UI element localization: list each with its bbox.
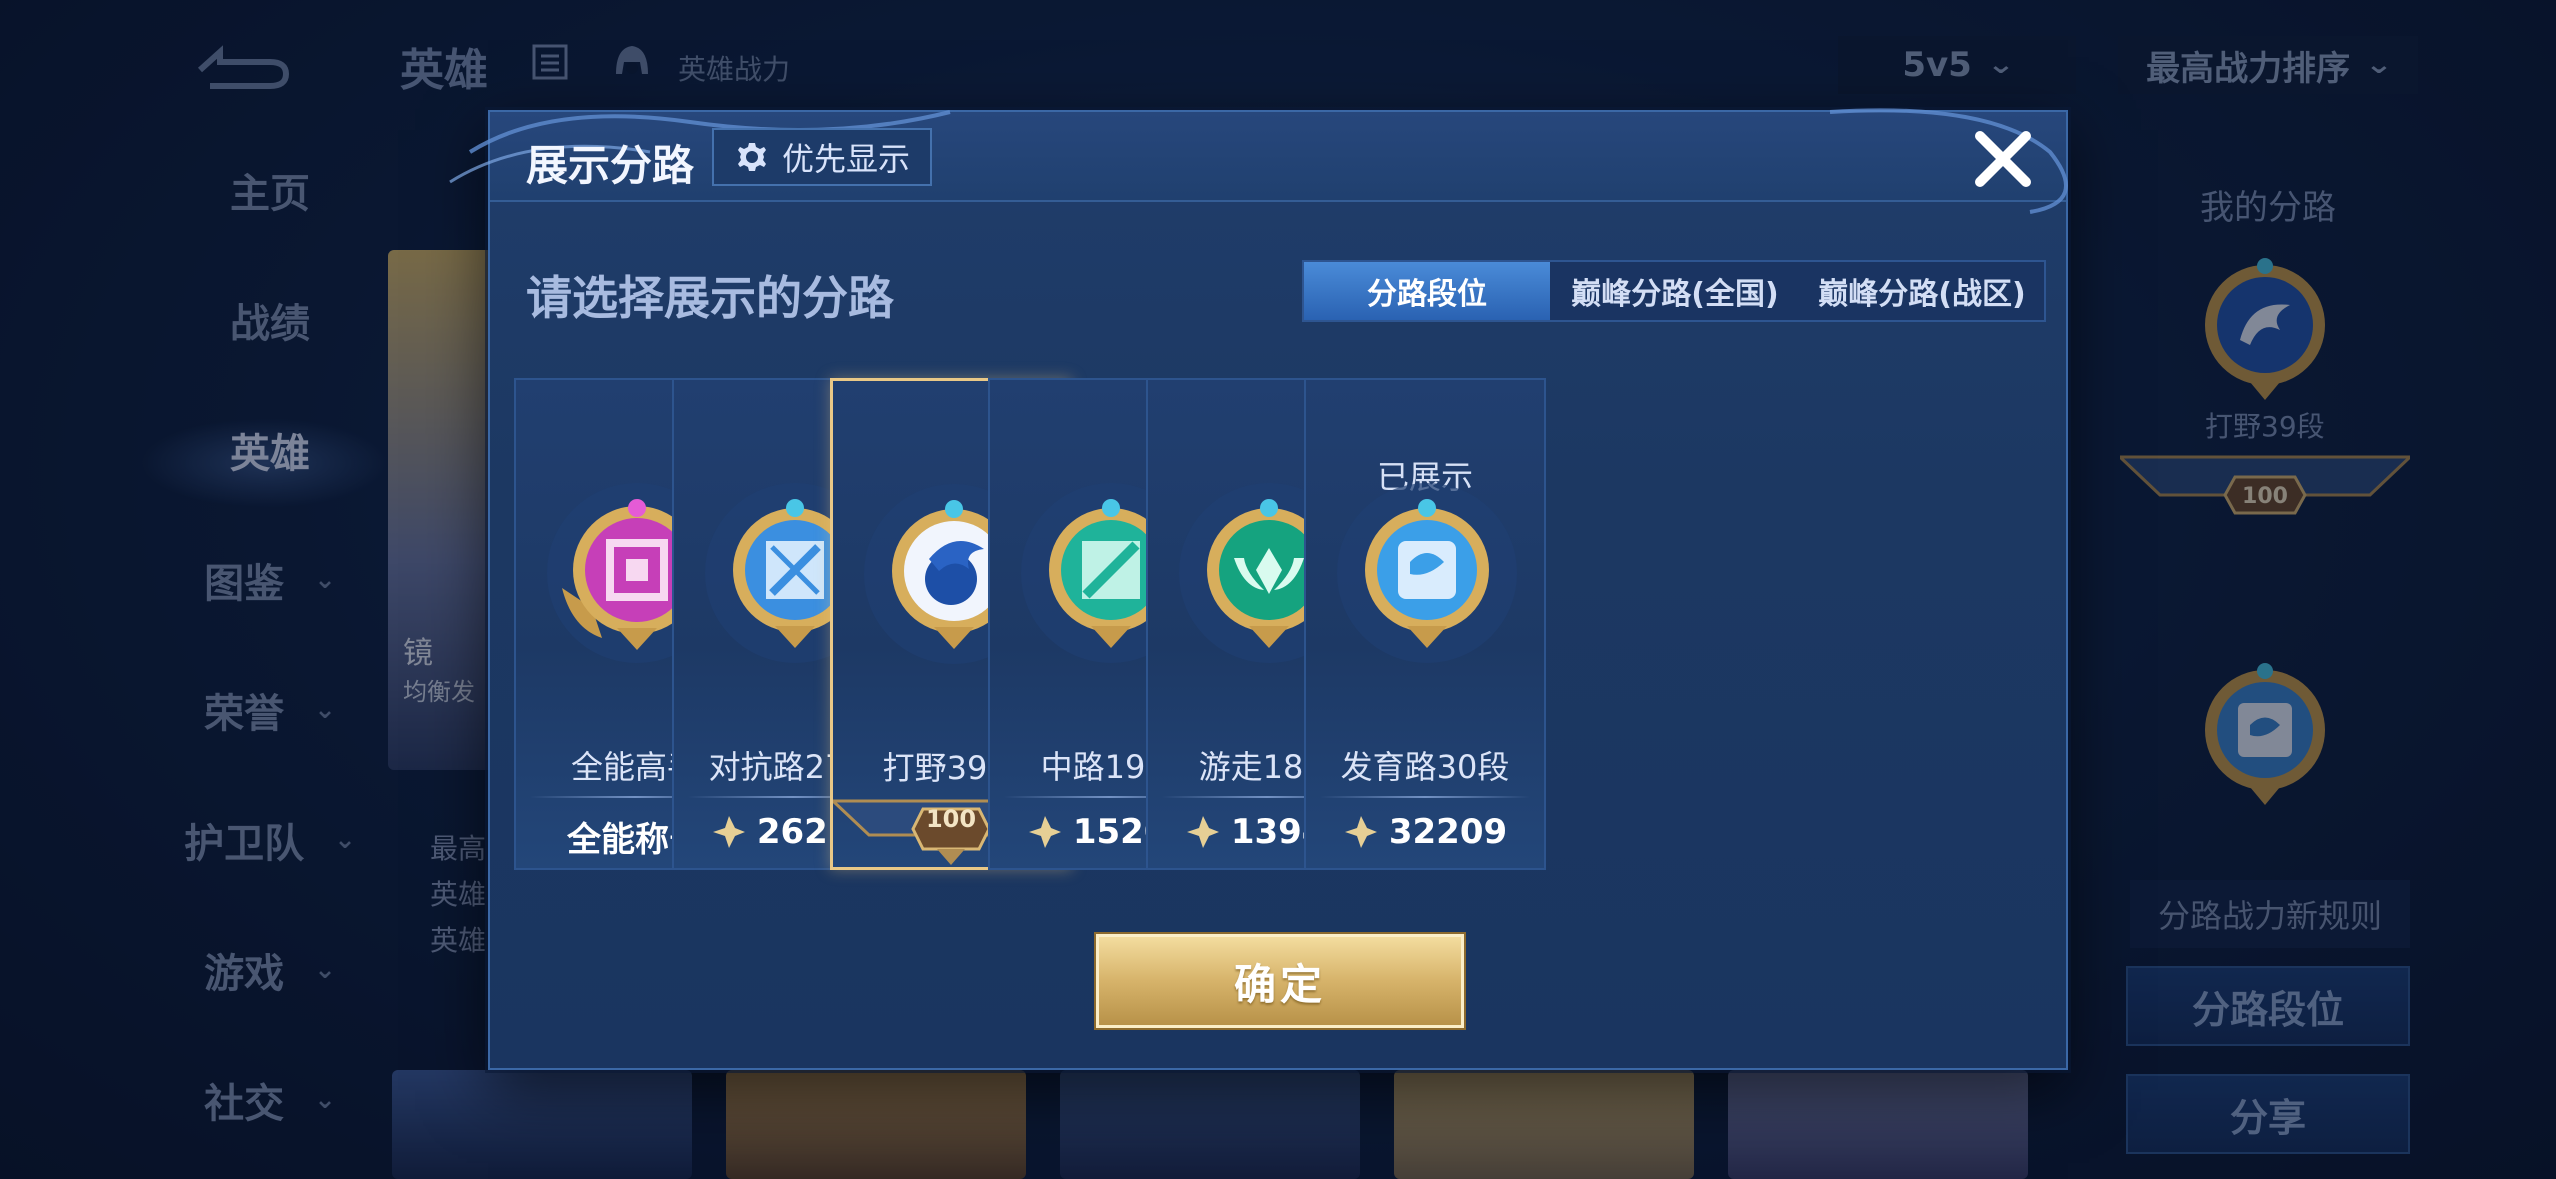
priority-display-label: 优先显示 (781, 140, 910, 178)
game-screen: 英雄 英雄战力 5v5 ⌄ 最高战力排序 ⌄ 主页 战绩 英雄 图鉴 ⌄ 荣誉 ⌄ … (0, 0, 2556, 1179)
side-nav-label: 战绩 (230, 301, 310, 347)
hero-portrait[interactable] (1394, 1070, 1694, 1179)
side-nav-home[interactable]: 主页 (150, 150, 390, 230)
hero-info-lines: 最高 英雄 英雄 (430, 826, 486, 964)
hero-power-label: 英雄战力 (678, 53, 791, 86)
power-icon (1186, 816, 1219, 848)
side-nav-guard[interactable]: 护卫队 ⌄ (150, 800, 390, 880)
chevron-down-icon: ⌄ (1986, 50, 2015, 80)
my-lane-caption: 打野39段 (2205, 410, 2325, 443)
confirm-button[interactable]: 确定 (1096, 934, 1464, 1028)
chevron-down-icon: ⌄ (314, 1085, 336, 1115)
show-lane-dialog: 展示分路 优先显示 请选择展示的分路 分路段位 巅峰分路(全国) 巅峰分路(战区… (449, 108, 2068, 1070)
hero-portrait[interactable] (726, 1070, 1026, 1179)
side-nav-label: 荣誉 (204, 691, 285, 737)
priority-display-button[interactable]: 优先显示 (712, 128, 932, 186)
side-nav-games[interactable]: 游戏 ⌄ (150, 930, 390, 1010)
side-nav-label: 主页 (230, 171, 310, 217)
dialog-title: 展示分路 (526, 141, 695, 190)
chevron-down-icon: ⌄ (314, 955, 336, 985)
hero-portrait[interactable] (1060, 1070, 1360, 1179)
mode-dropdown[interactable]: 5v5 ⌄ (1838, 36, 2076, 94)
mode-dropdown-value: 5v5 (1902, 45, 1972, 85)
gear-icon (737, 143, 766, 171)
select-prompt: 请选择展示的分路 (526, 271, 894, 325)
lane-card-label: 发育路30段 (1340, 748, 1510, 786)
close-icon[interactable] (1970, 126, 2036, 192)
sort-dropdown[interactable]: 最高战力排序 ⌄ (2118, 36, 2418, 94)
power-plate-icon: 100 (2120, 455, 2410, 515)
lane-card-farm[interactable]: 已展示 发育路30段 32209 (1304, 378, 1546, 870)
chevron-down-icon: ⌄ (334, 825, 356, 855)
list-icon[interactable] (530, 42, 570, 82)
hero-info-line: 英雄 (430, 924, 487, 957)
chevron-down-icon: ⌄ (2364, 50, 2394, 80)
lane-tabs: 分路段位 巅峰分路(全国) 巅峰分路(战区) (1302, 260, 2046, 322)
hero-card-name: 镜 (403, 636, 433, 671)
power-icon (1344, 816, 1377, 848)
power-plate-number: 100 (2242, 484, 2288, 509)
power-icon (1028, 816, 1061, 848)
lane-card-divider (1320, 796, 1530, 798)
lane-rank-button[interactable]: 分路段位 (2126, 966, 2410, 1046)
hero-portrait[interactable] (1728, 1070, 2028, 1179)
sort-dropdown-value: 最高战力排序 (2146, 48, 2351, 89)
chevron-down-icon: ⌄ (314, 695, 336, 725)
hero-helmet-icon (616, 46, 648, 74)
side-nav-record[interactable]: 战绩 (150, 280, 390, 360)
top-title: 英雄 (400, 45, 488, 96)
my-lane-title: 我的分路 (2200, 188, 2336, 228)
side-nav-label: 图鉴 (204, 561, 285, 607)
share-button[interactable]: 分享 (2126, 1074, 2410, 1154)
farm-lane-medal-icon (1337, 483, 1517, 663)
farm-lane-medal-icon (2205, 663, 2325, 805)
jungle-medal-icon (2205, 258, 2325, 400)
lane-rules-link[interactable]: 分路战力新规则 (2130, 880, 2410, 948)
power-icon (712, 816, 745, 848)
side-nav-label: 英雄 (230, 431, 310, 477)
tab-lane-rank[interactable]: 分路段位 (1304, 262, 1550, 320)
lane-card-value: 32209 (1306, 812, 1544, 852)
side-nav-label: 游戏 (204, 951, 285, 997)
side-nav-social[interactable]: 社交 ⌄ (150, 1060, 390, 1140)
lane-card-value-text: 32209 (1388, 812, 1508, 852)
side-nav-label: 护卫队 (184, 821, 305, 867)
hero-card-role: 均衡发 (403, 678, 475, 706)
side-nav-label: 社交 (204, 1081, 285, 1127)
side-nav-heroes[interactable]: 英雄 (150, 410, 390, 490)
back-arrow-icon[interactable] (190, 30, 300, 90)
hero-info-line: 最高 (430, 832, 487, 865)
tab-peak-zone[interactable]: 巅峰分路(战区) (1800, 262, 2044, 320)
side-nav-codex[interactable]: 图鉴 ⌄ (150, 540, 390, 620)
tab-peak-national[interactable]: 巅峰分路(全国) (1550, 262, 1800, 320)
hero-portrait[interactable] (392, 1070, 692, 1179)
chevron-down-icon: ⌄ (314, 565, 336, 595)
side-nav-honor[interactable]: 荣誉 ⌄ (150, 670, 390, 750)
hero-info-line: 英雄 (430, 878, 487, 911)
